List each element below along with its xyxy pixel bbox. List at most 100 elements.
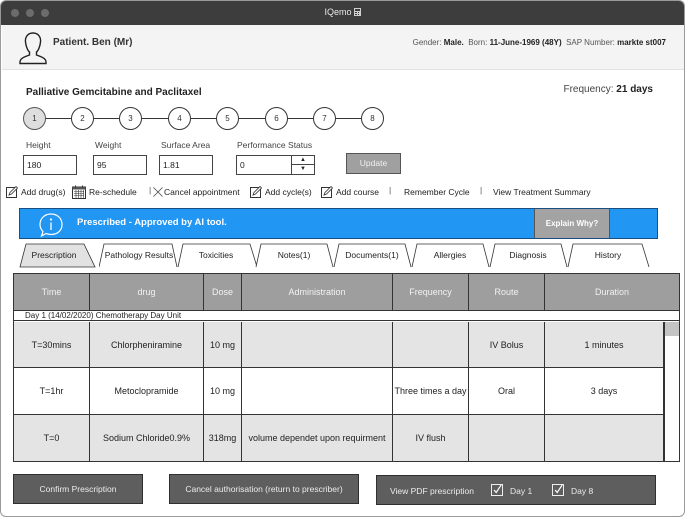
cycle-step-3[interactable]: 3 [119, 107, 142, 130]
column-header-frequency[interactable]: Frequency [393, 274, 469, 310]
table-row[interactable]: T=1hr Metoclopramide 10 mg Three times a… [14, 368, 664, 415]
column-header-duration[interactable]: Duration [545, 274, 679, 310]
add-course-button[interactable]: Add course [321, 184, 379, 200]
view-pdf-prescription-group: View PDF prescription Day 1 Day 8 [376, 475, 656, 505]
tab-documents[interactable]: Documents(1) [333, 242, 415, 268]
tab-allergies[interactable]: Allergies [411, 242, 493, 268]
toolbar-separator: | [149, 185, 152, 195]
approval-banner: Prescribed - Approved by AI tool. Explai… [19, 208, 658, 239]
view-treatment-summary-button[interactable]: View Treatment Summary [493, 184, 591, 200]
column-header-administration[interactable]: Administration [242, 274, 393, 310]
patient-demographics: Gender: Male. Born: 11-June-1969 (48Y) S… [413, 38, 666, 47]
table-header: Time drug Dose Administration Frequency … [14, 274, 679, 310]
height-input[interactable]: 180 [23, 155, 77, 175]
cycle-step-5[interactable]: 5 [216, 107, 239, 130]
cycle-step-6[interactable]: 6 [265, 107, 288, 130]
info-icon [39, 213, 63, 238]
tab-history-label: History [594, 250, 622, 260]
toolbar-separator: | [389, 185, 392, 195]
calendar-icon [72, 185, 86, 199]
performance-status-label: Performance Status [237, 140, 313, 150]
cell-drug: Chlorpheniramine [90, 322, 204, 368]
cycle-step-7[interactable]: 7 [313, 107, 336, 130]
explain-why-button[interactable]: Explain Why? [534, 209, 610, 238]
cancel-authorisation-button[interactable]: Cancel authorisation (return to prescrib… [169, 474, 359, 504]
window-title: IQemo [1, 7, 684, 17]
table-row[interactable]: T=30mins Chlorpheniramine 10 mg IV Bolus… [14, 322, 664, 369]
add-drug-button[interactable]: Add drug(s) [6, 184, 65, 200]
column-header-route[interactable]: Route [469, 274, 545, 310]
cell-administration [242, 322, 393, 368]
prescription-table: Time drug Dose Administration Frequency … [13, 273, 680, 462]
remember-cycle-label: Remember Cycle [404, 187, 470, 197]
view-pdf-prescription-button[interactable]: View PDF prescription [390, 486, 474, 496]
add-drug-label: Add drug(s) [21, 187, 66, 197]
cell-dose: 318mg [204, 414, 242, 461]
reschedule-button[interactable]: Re-schedule [72, 184, 137, 200]
surface-area-input[interactable]: 1.81 [159, 155, 213, 175]
tab-allergies-label: Allergies [433, 250, 467, 260]
remember-cycle-button[interactable]: Remember Cycle [404, 184, 470, 200]
cancel-appointment-label: Cancel appointment [164, 187, 240, 197]
column-header-time[interactable]: Time [14, 274, 90, 310]
banner-message: Prescribed - Approved by AI tool. [77, 217, 227, 228]
cycle-stepper: 1 2 3 4 5 6 7 8 [23, 106, 387, 130]
tab-pathology-results[interactable]: Pathology Results [99, 242, 181, 268]
table-row[interactable]: T=0 Sodium Chloride0.9% 318mg volume dep… [14, 414, 664, 461]
frequency-label: Frequency: [563, 84, 614, 95]
tab-bar: Prescription Pathology Results Toxicitie… [19, 242, 659, 268]
cycle-step-2[interactable]: 2 [71, 107, 94, 130]
cancel-appointment-button[interactable]: Cancel appointment [153, 184, 240, 200]
day-group-header: Day 1 (14/02/2020) Chemotherapy Day Unit [14, 310, 679, 321]
spinner-up-icon[interactable]: ▲ [292, 156, 314, 165]
update-button[interactable]: Update [346, 153, 401, 174]
cycle-step-1[interactable]: 1 [23, 107, 46, 130]
add-cycle-button[interactable]: Add cycle(s) [250, 184, 312, 200]
cell-route: IV Bolus [469, 322, 545, 368]
edit-icon [6, 186, 18, 198]
table-scrollbar[interactable] [664, 322, 679, 461]
weight-input[interactable]: 95 [93, 155, 147, 175]
cell-duration: 1 minutes [545, 322, 664, 368]
window-title-text: IQemo [324, 7, 352, 17]
day8-checkbox-label: Day 8 [571, 486, 594, 496]
app-window: IQemo Patient. Ben (Mr) Gender: Male. Bo… [0, 0, 685, 517]
tab-notes-label: Notes(1) [277, 250, 311, 260]
cycle-step-4[interactable]: 4 [168, 107, 191, 130]
tab-prescription[interactable]: Prescription [19, 242, 103, 268]
cell-drug: Metoclopramide [90, 368, 204, 414]
cell-duration [545, 414, 664, 461]
cell-time: T=30mins [14, 322, 90, 368]
weight-label: Weight [95, 140, 122, 150]
cell-route: Oral [469, 368, 545, 414]
regimen-frequency: Frequency: 21 days [563, 84, 653, 95]
column-header-drug[interactable]: drug [90, 274, 204, 310]
day1-checkbox-label: Day 1 [510, 486, 533, 496]
tab-diagnosis[interactable]: Diagnosis [489, 242, 571, 268]
spinner-down-icon[interactable]: ▼ [292, 165, 314, 174]
cell-dose: 10 mg [204, 322, 242, 368]
tab-notes[interactable]: Notes(1) [255, 242, 337, 268]
confirm-prescription-button[interactable]: Confirm Prescription [13, 474, 143, 504]
patient-header: Patient. Ben (Mr) Gender: Male. Born: 11… [2, 25, 684, 70]
column-header-dose[interactable]: Dose [204, 274, 242, 310]
tab-diagnosis-label: Diagnosis [509, 250, 547, 260]
day1-checkbox[interactable] [491, 484, 503, 496]
tab-history[interactable]: History [567, 242, 653, 268]
cell-administration: volume dependet upon requirment [242, 414, 393, 461]
edit-icon [250, 186, 262, 198]
tab-pathology-results-label: Pathology Results [104, 250, 174, 260]
add-course-label: Add course [336, 187, 379, 197]
sap-label: SAP Number: [566, 38, 615, 47]
tab-toxicities[interactable]: Toxicities [177, 242, 261, 268]
day8-checkbox[interactable] [552, 484, 564, 496]
scrollbar-thumb[interactable] [665, 322, 679, 336]
view-treatment-summary-label: View Treatment Summary [493, 187, 591, 197]
cell-administration [242, 368, 393, 414]
edit-icon [321, 186, 333, 198]
performance-status-input[interactable]: 0 [236, 155, 292, 175]
tab-prescription-label: Prescription [31, 250, 77, 260]
table-body: T=30mins Chlorpheniramine 10 mg IV Bolus… [14, 322, 664, 461]
cycle-step-8[interactable]: 8 [361, 107, 384, 130]
gender-value: Male. [443, 38, 464, 47]
